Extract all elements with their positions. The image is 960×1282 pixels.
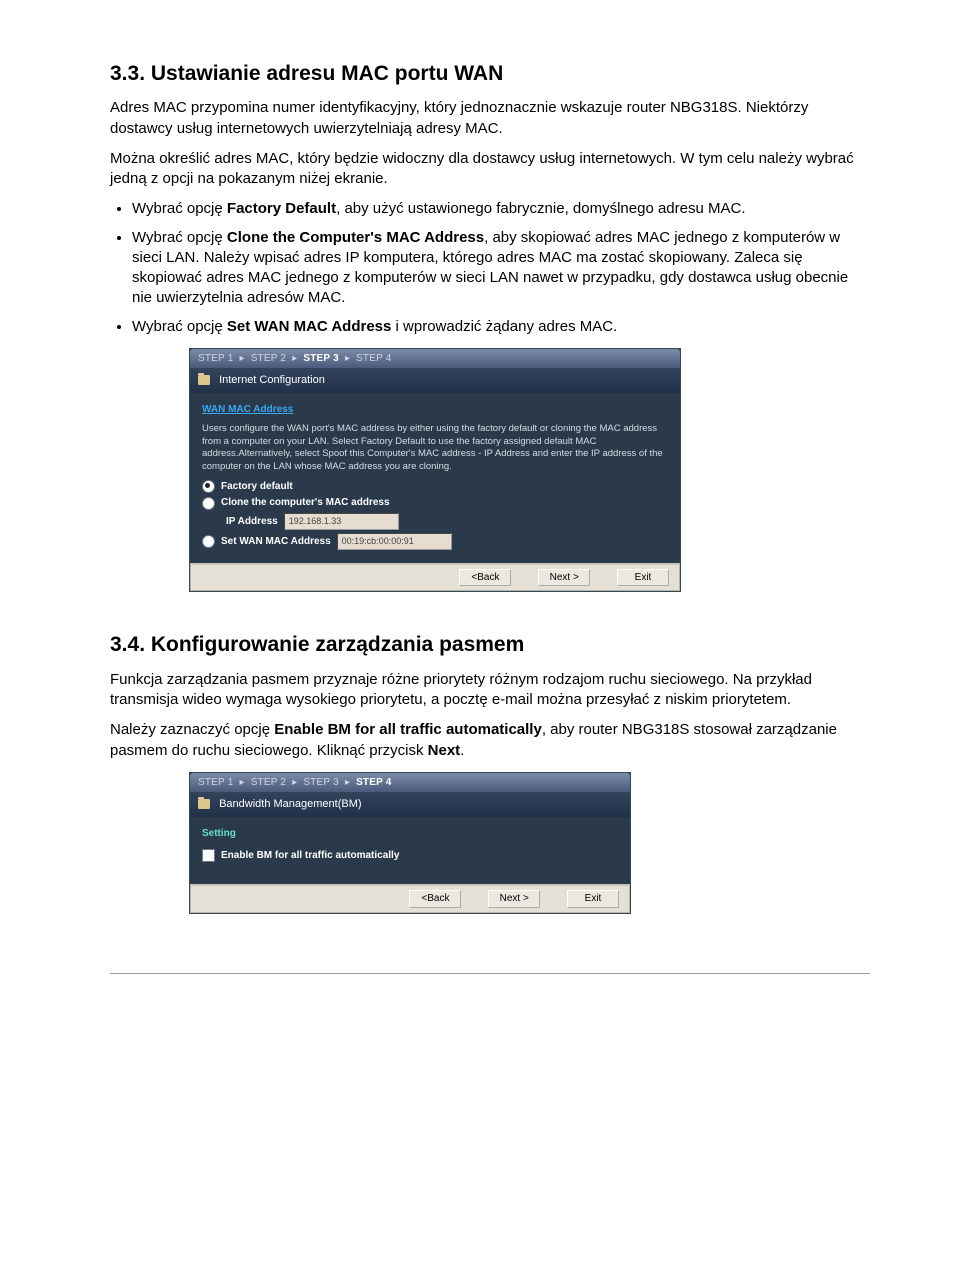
step-3-label: STEP 3	[303, 353, 338, 364]
list-item: Wybrać opcję Factory Default, aby użyć u…	[132, 199, 870, 219]
radio-icon[interactable]	[202, 497, 215, 510]
folder-icon	[198, 375, 210, 385]
exit-button[interactable]: Exit	[617, 569, 669, 587]
step-2-label: STEP 2	[251, 777, 286, 788]
wizard-steps: STEP 1 ▸ STEP 2 ▸ STEP 3 ▸ STEP 4	[190, 773, 630, 793]
chevron-right-icon: ▸	[345, 777, 350, 788]
option-factory-default[interactable]: Factory default	[202, 480, 668, 494]
chevron-right-icon: ▸	[239, 777, 244, 788]
mac-address-input[interactable]: 00:19:cb:00:00:91	[337, 533, 452, 550]
option-label: Factory default	[221, 480, 293, 494]
step-1-label: STEP 1	[198, 353, 233, 364]
term-next: Next	[428, 742, 461, 759]
panel-description: Users configure the WAN port's MAC addre…	[202, 423, 668, 474]
wizard-steps: STEP 1 ▸ STEP 2 ▸ STEP 3 ▸ STEP 4	[190, 349, 680, 369]
step-4-label: STEP 4	[356, 353, 391, 364]
heading-3-3: 3.3. Ustawianie adresu MAC portu WAN	[110, 60, 870, 88]
heading-3-4: 3.4. Konfigurowanie zarządzania pasmem	[110, 631, 870, 659]
term-clone-mac: Clone the Computer's MAC Address	[227, 229, 484, 246]
bullet-list-3-3: Wybrać opcję Factory Default, aby użyć u…	[110, 199, 870, 337]
list-item: Wybrać opcję Clone the Computer's MAC Ad…	[132, 228, 870, 309]
folder-icon	[198, 799, 210, 809]
para-3-3-1: Adres MAC przypomina numer identyfikacyj…	[110, 98, 870, 139]
panel-titlebar: Bandwidth Management(BM)	[190, 792, 630, 817]
chevron-right-icon: ▸	[239, 353, 244, 364]
chevron-right-icon: ▸	[292, 777, 297, 788]
step-3-label: STEP 3	[303, 777, 338, 788]
option-label: Clone the computer's MAC address	[221, 496, 390, 510]
back-button[interactable]: <Back	[459, 569, 511, 587]
list-item: Wybrać opcję Set WAN MAC Address i wprow…	[132, 317, 870, 337]
chevron-right-icon: ▸	[292, 353, 297, 364]
term-factory-default: Factory Default	[227, 200, 336, 217]
para-3-4-1: Funkcja zarządzania pasmem przyznaje róż…	[110, 670, 870, 711]
option-label: Enable BM for all traffic automatically	[221, 849, 399, 863]
ip-address-label: IP Address	[226, 515, 278, 529]
checkbox-icon[interactable]	[202, 849, 215, 862]
panel-titlebar: Internet Configuration	[190, 368, 680, 393]
panel-title: Bandwidth Management(BM)	[219, 798, 361, 810]
ip-address-input[interactable]: 192.168.1.33	[284, 513, 399, 530]
panel-title: Internet Configuration	[219, 374, 325, 386]
exit-button[interactable]: Exit	[567, 890, 619, 908]
next-button[interactable]: Next >	[488, 890, 540, 908]
option-set-wan-mac[interactable]: Set WAN MAC Address 00:19:cb:00:00:91	[202, 533, 668, 550]
wizard-buttons: <Back Next > Exit	[190, 884, 630, 913]
option-clone-mac[interactable]: Clone the computer's MAC address	[202, 496, 668, 510]
wizard-panel-step3: STEP 1 ▸ STEP 2 ▸ STEP 3 ▸ STEP 4 Intern…	[190, 349, 680, 592]
para-3-3-2: Można określić adres MAC, który będzie w…	[110, 149, 870, 190]
term-set-wan-mac: Set WAN MAC Address	[227, 318, 391, 335]
step-4-label: STEP 4	[356, 777, 391, 788]
term-enable-bm: Enable BM for all traffic automatically	[274, 721, 542, 738]
radio-icon[interactable]	[202, 480, 215, 493]
para-3-4-2: Należy zaznaczyć opcję Enable BM for all…	[110, 720, 870, 761]
chevron-right-icon: ▸	[345, 353, 350, 364]
step-1-label: STEP 1	[198, 777, 233, 788]
option-enable-bm[interactable]: Enable BM for all traffic automatically	[202, 849, 618, 863]
radio-icon[interactable]	[202, 535, 215, 548]
page-footer-separator	[110, 973, 870, 974]
step-2-label: STEP 2	[251, 353, 286, 364]
wizard-buttons: <Back Next > Exit	[190, 563, 680, 592]
wizard-panel-step4: STEP 1 ▸ STEP 2 ▸ STEP 3 ▸ STEP 4 Bandwi…	[190, 773, 630, 913]
option-label: Set WAN MAC Address	[221, 535, 331, 549]
section-wan-mac: WAN MAC Address	[202, 403, 668, 417]
back-button[interactable]: <Back	[409, 890, 461, 908]
section-setting: Setting	[202, 827, 618, 841]
next-button[interactable]: Next >	[538, 569, 590, 587]
